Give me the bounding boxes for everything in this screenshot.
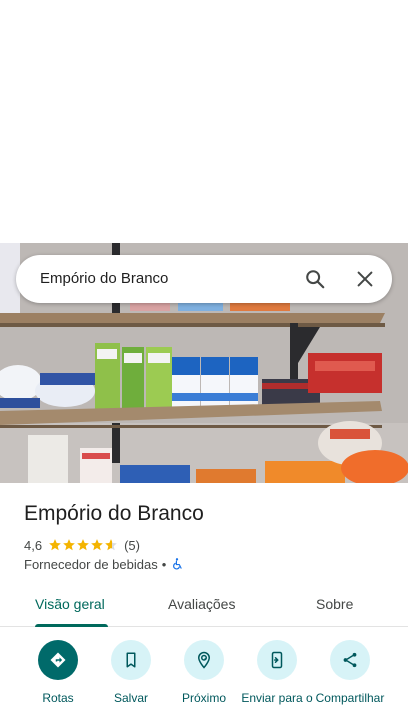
wheelchair-accessible-icon (173, 558, 182, 570)
save-button[interactable]: Salvar (91, 640, 171, 705)
directions-label: Rotas (42, 691, 74, 705)
directions-icon (38, 640, 78, 680)
half-star-icon (105, 539, 117, 551)
star-icon (63, 539, 75, 551)
place-category: Fornecedor de bebidas (24, 556, 158, 572)
send-to-phone-icon (257, 640, 297, 680)
tab-overview[interactable]: Visão geral (35, 596, 105, 612)
save-label: Salvar (113, 691, 148, 705)
action-buttons: Rotas Salvar Próximo Enviar para o Compa… (0, 640, 408, 726)
map-blank-area (0, 0, 408, 243)
bookmark-icon (111, 640, 151, 680)
place-tabs: Visão geral Avaliações Sobre (0, 585, 408, 627)
separator-dot: • (161, 556, 167, 572)
star-icon (49, 539, 61, 551)
rating-value: 4,6 (24, 537, 43, 553)
active-tab-indicator (35, 624, 108, 627)
directions-button[interactable]: Rotas (18, 640, 98, 705)
star-rating (48, 538, 118, 552)
review-count[interactable]: (5) (124, 538, 140, 553)
star-icon (91, 539, 103, 551)
star-icon (77, 539, 89, 551)
share-label: Compartilhar (315, 691, 385, 705)
category-row: Fornecedor de bebidas • (24, 556, 184, 572)
nearby-label: Próximo (181, 691, 226, 705)
nearby-button[interactable]: Próximo (164, 640, 244, 705)
search-bar[interactable]: Empório do Branco (16, 255, 392, 303)
tab-reviews[interactable]: Avaliações (168, 596, 235, 612)
search-icon[interactable] (304, 268, 326, 290)
share-button[interactable]: Compartilhar (310, 640, 390, 705)
share-icon (330, 640, 370, 680)
close-icon[interactable] (354, 268, 376, 290)
tab-about[interactable]: Sobre (316, 596, 353, 612)
place-title: Empório do Branco (24, 502, 204, 525)
send-to-phone-button[interactable]: Enviar para o (237, 640, 317, 705)
rating-row[interactable]: 4,6 (5) (24, 537, 140, 553)
search-query[interactable]: Empório do Branco (40, 270, 168, 287)
send-to-phone-label: Enviar para o (241, 691, 313, 705)
nearby-icon (184, 640, 224, 680)
